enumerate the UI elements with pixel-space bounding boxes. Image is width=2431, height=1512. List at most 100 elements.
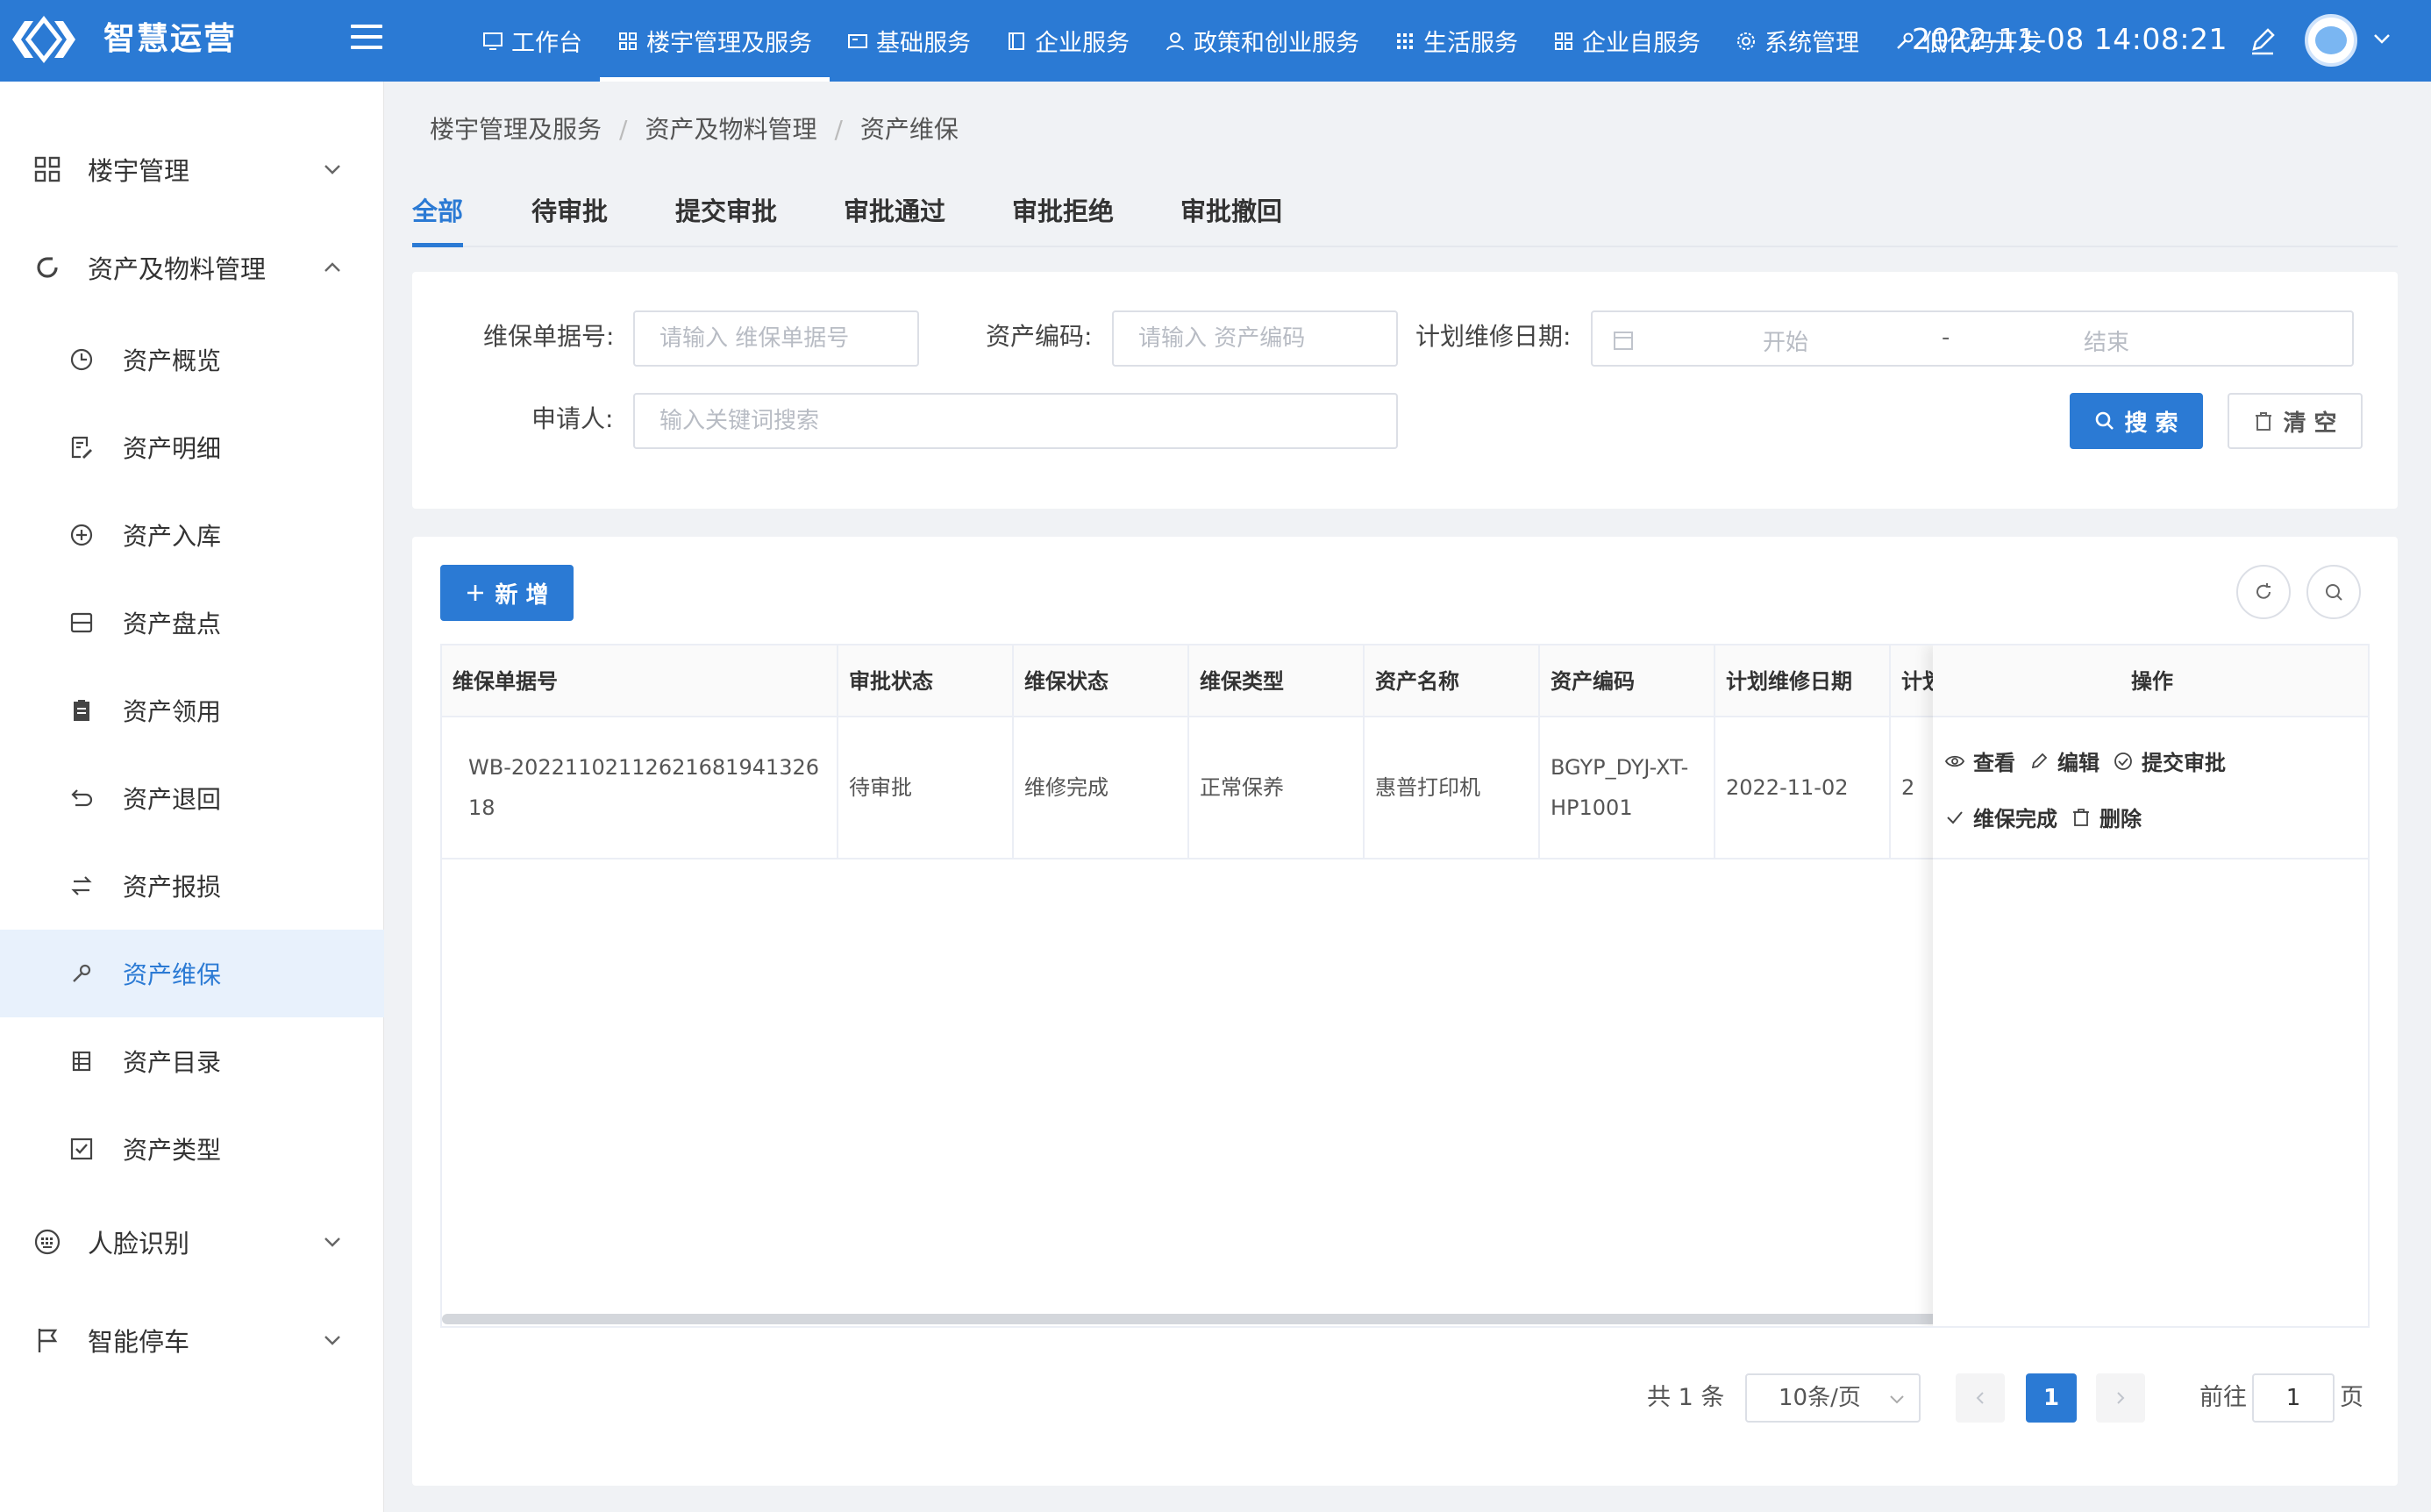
sidebar-item-inventory[interactable]: 资产盘点 (0, 579, 384, 667)
clear-button[interactable]: 清 空 (2228, 393, 2363, 449)
applicant-input[interactable] (633, 393, 1398, 449)
applicant-label: 申请人: (531, 404, 614, 433)
maintenance-done-action[interactable]: 维保完成 (1945, 802, 2057, 832)
refresh-button[interactable] (2236, 565, 2291, 619)
nav-item-policy[interactable]: 政策和创业服务 (1147, 0, 1377, 82)
date-end-placeholder: 结束 (2084, 330, 2130, 356)
brand-title: 智慧运营 (103, 21, 238, 57)
table-cell: 2022-11-02 (1715, 717, 1891, 859)
table-cell: BGYP_DYJ-XT-HP1001 (1540, 717, 1715, 859)
col-maint-status: 维保状态 (1014, 645, 1189, 717)
table-cell: WB-20221102112621681941326 18 (442, 717, 838, 859)
page-size-select[interactable]: 10条/页 (1745, 1373, 1921, 1423)
sidebar: 楼宇管理 资产及物料管理 资产概览 资产明细 资产入库 资产盘点 资产领用 资产… (0, 82, 384, 1512)
nav-item-workbench[interactable]: 工作台 (465, 0, 600, 82)
gear-icon (1737, 32, 1755, 50)
swap-icon (71, 876, 92, 895)
tab-rejected[interactable]: 审批拒绝 (1012, 184, 1114, 247)
search-icon (2326, 584, 2342, 601)
tab-withdrawn[interactable]: 审批撤回 (1180, 184, 1282, 247)
goto-page-input[interactable] (2252, 1373, 2335, 1423)
table-cell: 惠普打印机 (1365, 717, 1540, 859)
refresh-icon (2256, 583, 2271, 599)
chevron-down-icon (324, 1336, 340, 1345)
sidebar-group-assets[interactable]: 资产及物料管理 (0, 218, 384, 317)
keyboard-icon (34, 1229, 61, 1255)
col-plan-date: 计划维修日期 (1715, 645, 1891, 717)
dots-grid-icon (1397, 32, 1413, 49)
sidebar-item-detail[interactable]: 资产明细 (0, 403, 384, 491)
tab-pending[interactable]: 待审批 (531, 184, 608, 247)
col-approval-status: 审批状态 (838, 645, 1014, 717)
chevron-down-icon[interactable] (2370, 26, 2394, 51)
nav-item-self-service[interactable]: 企业自服务 (1536, 0, 1718, 82)
tab-submitted[interactable]: 提交审批 (675, 184, 777, 247)
chevron-down-icon (1890, 1395, 1904, 1404)
trash-icon (2256, 412, 2272, 431)
breadcrumb-item[interactable]: 资产及物料管理 (645, 115, 816, 144)
menu-toggle-icon[interactable] (351, 25, 382, 54)
sidebar-item-type[interactable]: 资产类型 (0, 1105, 384, 1193)
clock-icon (70, 348, 93, 371)
asset-code-input[interactable] (1112, 310, 1398, 367)
actions-column: 操作 查看 编辑 提交审批 维保完成 删除 (1933, 645, 2368, 1326)
nav-item-enterprise[interactable]: 企业服务 (988, 0, 1147, 82)
status-tabs: 全部 待审批 提交审批 审批通过 审批拒绝 审批撤回 (412, 184, 2398, 247)
plan-date-range[interactable]: 开始 - 结束 (1591, 310, 2354, 367)
top-bar: 智慧运营 工作台 楼宇管理及服务 基础服务 企业服务 政策和创业服务 生活服务 (0, 0, 2431, 82)
grid-icon (34, 156, 61, 182)
page-number-current[interactable]: 1 (2026, 1373, 2077, 1423)
order-no-label: 维保单据号: (483, 322, 615, 351)
nav-item-system[interactable]: 系统管理 (1718, 0, 1877, 82)
edit-pen-icon[interactable] (2249, 25, 2277, 56)
chevron-left-icon (1976, 1392, 1984, 1404)
edit-icon (2031, 752, 2048, 768)
horizontal-scrollbar[interactable] (442, 1314, 1994, 1324)
col-asset-code: 资产编码 (1540, 645, 1715, 717)
sidebar-item-loss[interactable]: 资产报损 (0, 842, 384, 930)
trash-icon (2073, 808, 2089, 826)
delete-action[interactable]: 删除 (2071, 802, 2142, 832)
sidebar-item-catalog[interactable]: 资产目录 (0, 1017, 384, 1105)
table-search-button[interactable] (2306, 565, 2361, 619)
next-page-button[interactable] (2096, 1373, 2145, 1423)
sidebar-group-building[interactable]: 楼宇管理 (0, 120, 384, 218)
prev-page-button[interactable] (1956, 1373, 2005, 1423)
table-cell: 维修完成 (1014, 717, 1189, 859)
add-button[interactable]: 新 增 (440, 565, 574, 621)
nav-item-building[interactable]: 楼宇管理及服务 (600, 0, 830, 82)
search-button[interactable]: 搜 索 (2070, 393, 2203, 449)
box-icon (70, 612, 93, 633)
wrench-icon (73, 964, 91, 982)
edit-action[interactable]: 编辑 (2029, 745, 2100, 776)
sidebar-item-inbound[interactable]: 资产入库 (0, 491, 384, 579)
nav-item-life[interactable]: 生活服务 (1377, 0, 1536, 82)
user-icon (1166, 32, 1184, 50)
breadcrumb-item[interactable]: 楼宇管理及服务 (430, 115, 602, 144)
sidebar-group-face[interactable]: 人脸识别 (0, 1193, 384, 1291)
actions-cell: 查看 编辑 提交审批 维保完成 删除 (1933, 717, 2368, 859)
sidebar-group-parking[interactable]: 智能停车 (0, 1291, 384, 1389)
sidebar-item-return[interactable]: 资产退回 (0, 754, 384, 842)
tab-all[interactable]: 全部 (412, 184, 464, 247)
user-avatar[interactable] (2305, 14, 2357, 67)
brand-logo-icon (12, 15, 75, 64)
submit-approval-action[interactable]: 提交审批 (2114, 745, 2226, 776)
chevron-down-icon (324, 1237, 340, 1247)
nav-item-basic[interactable]: 基础服务 (830, 0, 988, 82)
maintenance-table: 维保单据号 审批状态 维保状态 维保类型 资产名称 资产编码 计划维修日期 计划… (440, 644, 2370, 1328)
order-no-input[interactable] (633, 310, 919, 367)
view-action[interactable]: 查看 (1945, 745, 2015, 776)
calendar-icon (1614, 332, 1633, 350)
clipboard-icon (74, 700, 89, 721)
plan-date-label: 计划维修日期: (1415, 322, 1572, 351)
col-maint-type: 维保类型 (1189, 645, 1365, 717)
chevron-up-icon (324, 262, 340, 272)
page-suffix-label: 页 (2340, 1384, 2363, 1411)
list-icon (72, 1051, 91, 1072)
sidebar-item-requisition[interactable]: 资产领用 (0, 667, 384, 754)
tab-approved[interactable]: 审批通过 (844, 184, 945, 247)
sidebar-item-overview[interactable]: 资产概览 (0, 316, 384, 403)
sidebar-item-maintenance[interactable]: 资产维保 (0, 930, 384, 1017)
asset-code-label: 资产编码: (986, 322, 1093, 351)
